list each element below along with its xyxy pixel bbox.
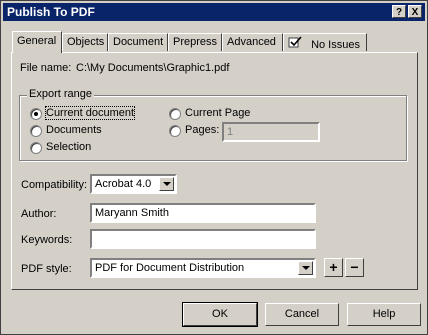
tab-label: Document [113,36,164,48]
compatibility-select[interactable]: Acrobat 4.0 [90,174,177,194]
compatibility-value: Acrobat 4.0 [95,178,152,190]
documents-label[interactable]: Documents [46,124,102,136]
cancel-button[interactable]: Cancel [265,303,339,326]
selection-label[interactable]: Selection [46,141,91,153]
pages-label[interactable]: Pages: [185,124,219,136]
help-button[interactable]: Help [347,303,421,326]
author-label: Author: [21,208,57,220]
pdf-style-label: PDF style: [21,263,72,275]
documents-radio[interactable] [30,125,42,137]
tab-label: Objects [67,36,105,48]
remove-style-button[interactable]: − [345,258,364,277]
file-name-value: C:\My Documents\Graphic1.pdf [76,62,230,74]
tab-label: General [17,35,57,47]
title-bar: Publish To PDF ? X [3,3,425,21]
tab-advanced[interactable]: Advanced [222,33,283,51]
author-input[interactable]: Maryann Smith [90,203,316,223]
tab-label: No Issues [311,39,360,51]
chevron-down-icon[interactable] [298,261,313,275]
selection-radio[interactable] [30,142,42,154]
help-question-button[interactable]: ? [392,5,406,18]
current-document-radio[interactable] [30,108,42,120]
checkmark-icon [288,36,302,51]
pdf-style-select[interactable]: PDF for Document Distribution [90,258,316,278]
add-style-button[interactable]: + [324,258,343,277]
current-page-label[interactable]: Current Page [185,107,250,119]
current-page-radio[interactable] [169,108,181,120]
tab-objects[interactable]: Objects [62,33,108,51]
compatibility-label: Compatibility: [21,179,88,191]
publish-to-pdf-dialog: Publish To PDF ? X General Objects Docum… [0,0,428,335]
ok-button[interactable]: OK [182,302,258,327]
pages-radio[interactable] [169,125,181,137]
export-range-legend: Export range [27,88,94,100]
tab-label: Prepress [173,36,218,48]
tab-no-issues[interactable]: No Issues [283,33,367,51]
keywords-input[interactable] [90,229,316,249]
current-document-label[interactable]: Current document [44,106,136,120]
pdf-style-value: PDF for Document Distribution [95,262,245,274]
file-name-label: File name: [20,62,72,74]
keywords-label: Keywords: [21,234,73,246]
tab-general[interactable]: General [12,31,62,53]
dialog-title: Publish To PDF [7,5,95,19]
close-button[interactable]: X [408,5,422,18]
tab-label: Advanced [227,36,276,48]
tab-document[interactable]: Document [108,33,168,51]
chevron-down-icon[interactable] [159,177,174,191]
tab-prepress[interactable]: Prepress [168,33,222,51]
pages-input[interactable]: 1 [222,122,320,142]
